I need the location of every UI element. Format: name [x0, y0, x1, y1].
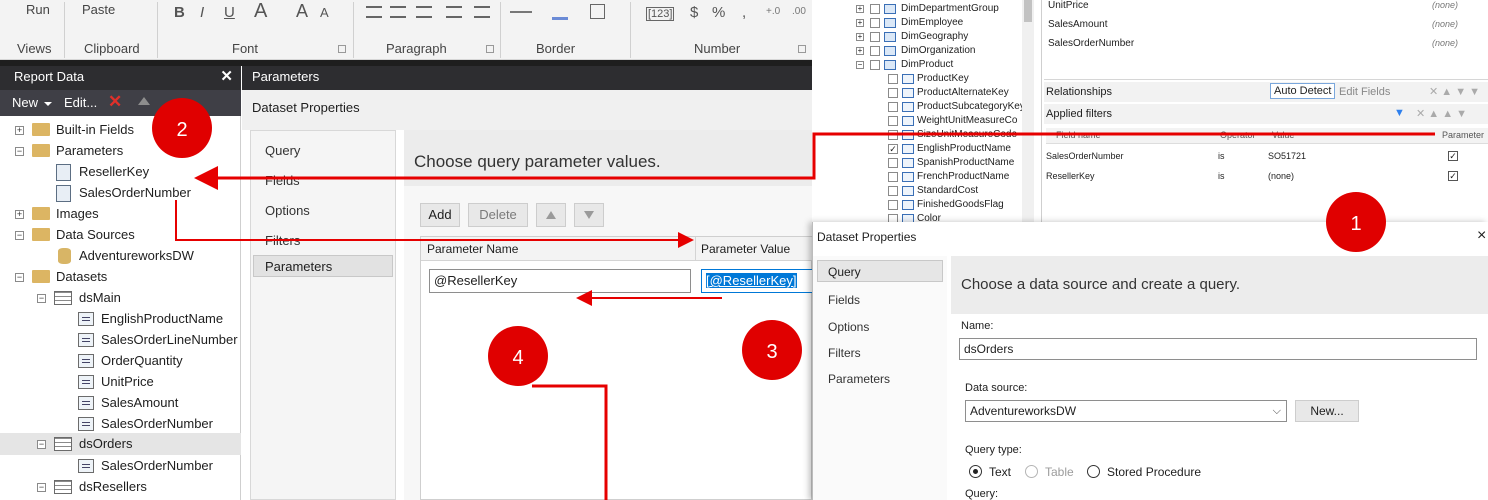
annotation-overlay: 1 2 3 4	[152, 98, 1435, 500]
annotation-arrow	[175, 200, 694, 248]
callout-4: 4	[488, 326, 548, 386]
callout-2: 2	[152, 98, 212, 158]
annotation-line	[532, 384, 608, 500]
callout-number: 1	[1350, 213, 1361, 235]
callout-number: 3	[766, 341, 777, 363]
callout-3: 3	[742, 320, 802, 380]
callout-number: 4	[512, 347, 523, 369]
callout-1: 1	[1326, 192, 1386, 252]
annotation-arrow	[194, 132, 1435, 190]
callout-number: 2	[176, 119, 187, 141]
